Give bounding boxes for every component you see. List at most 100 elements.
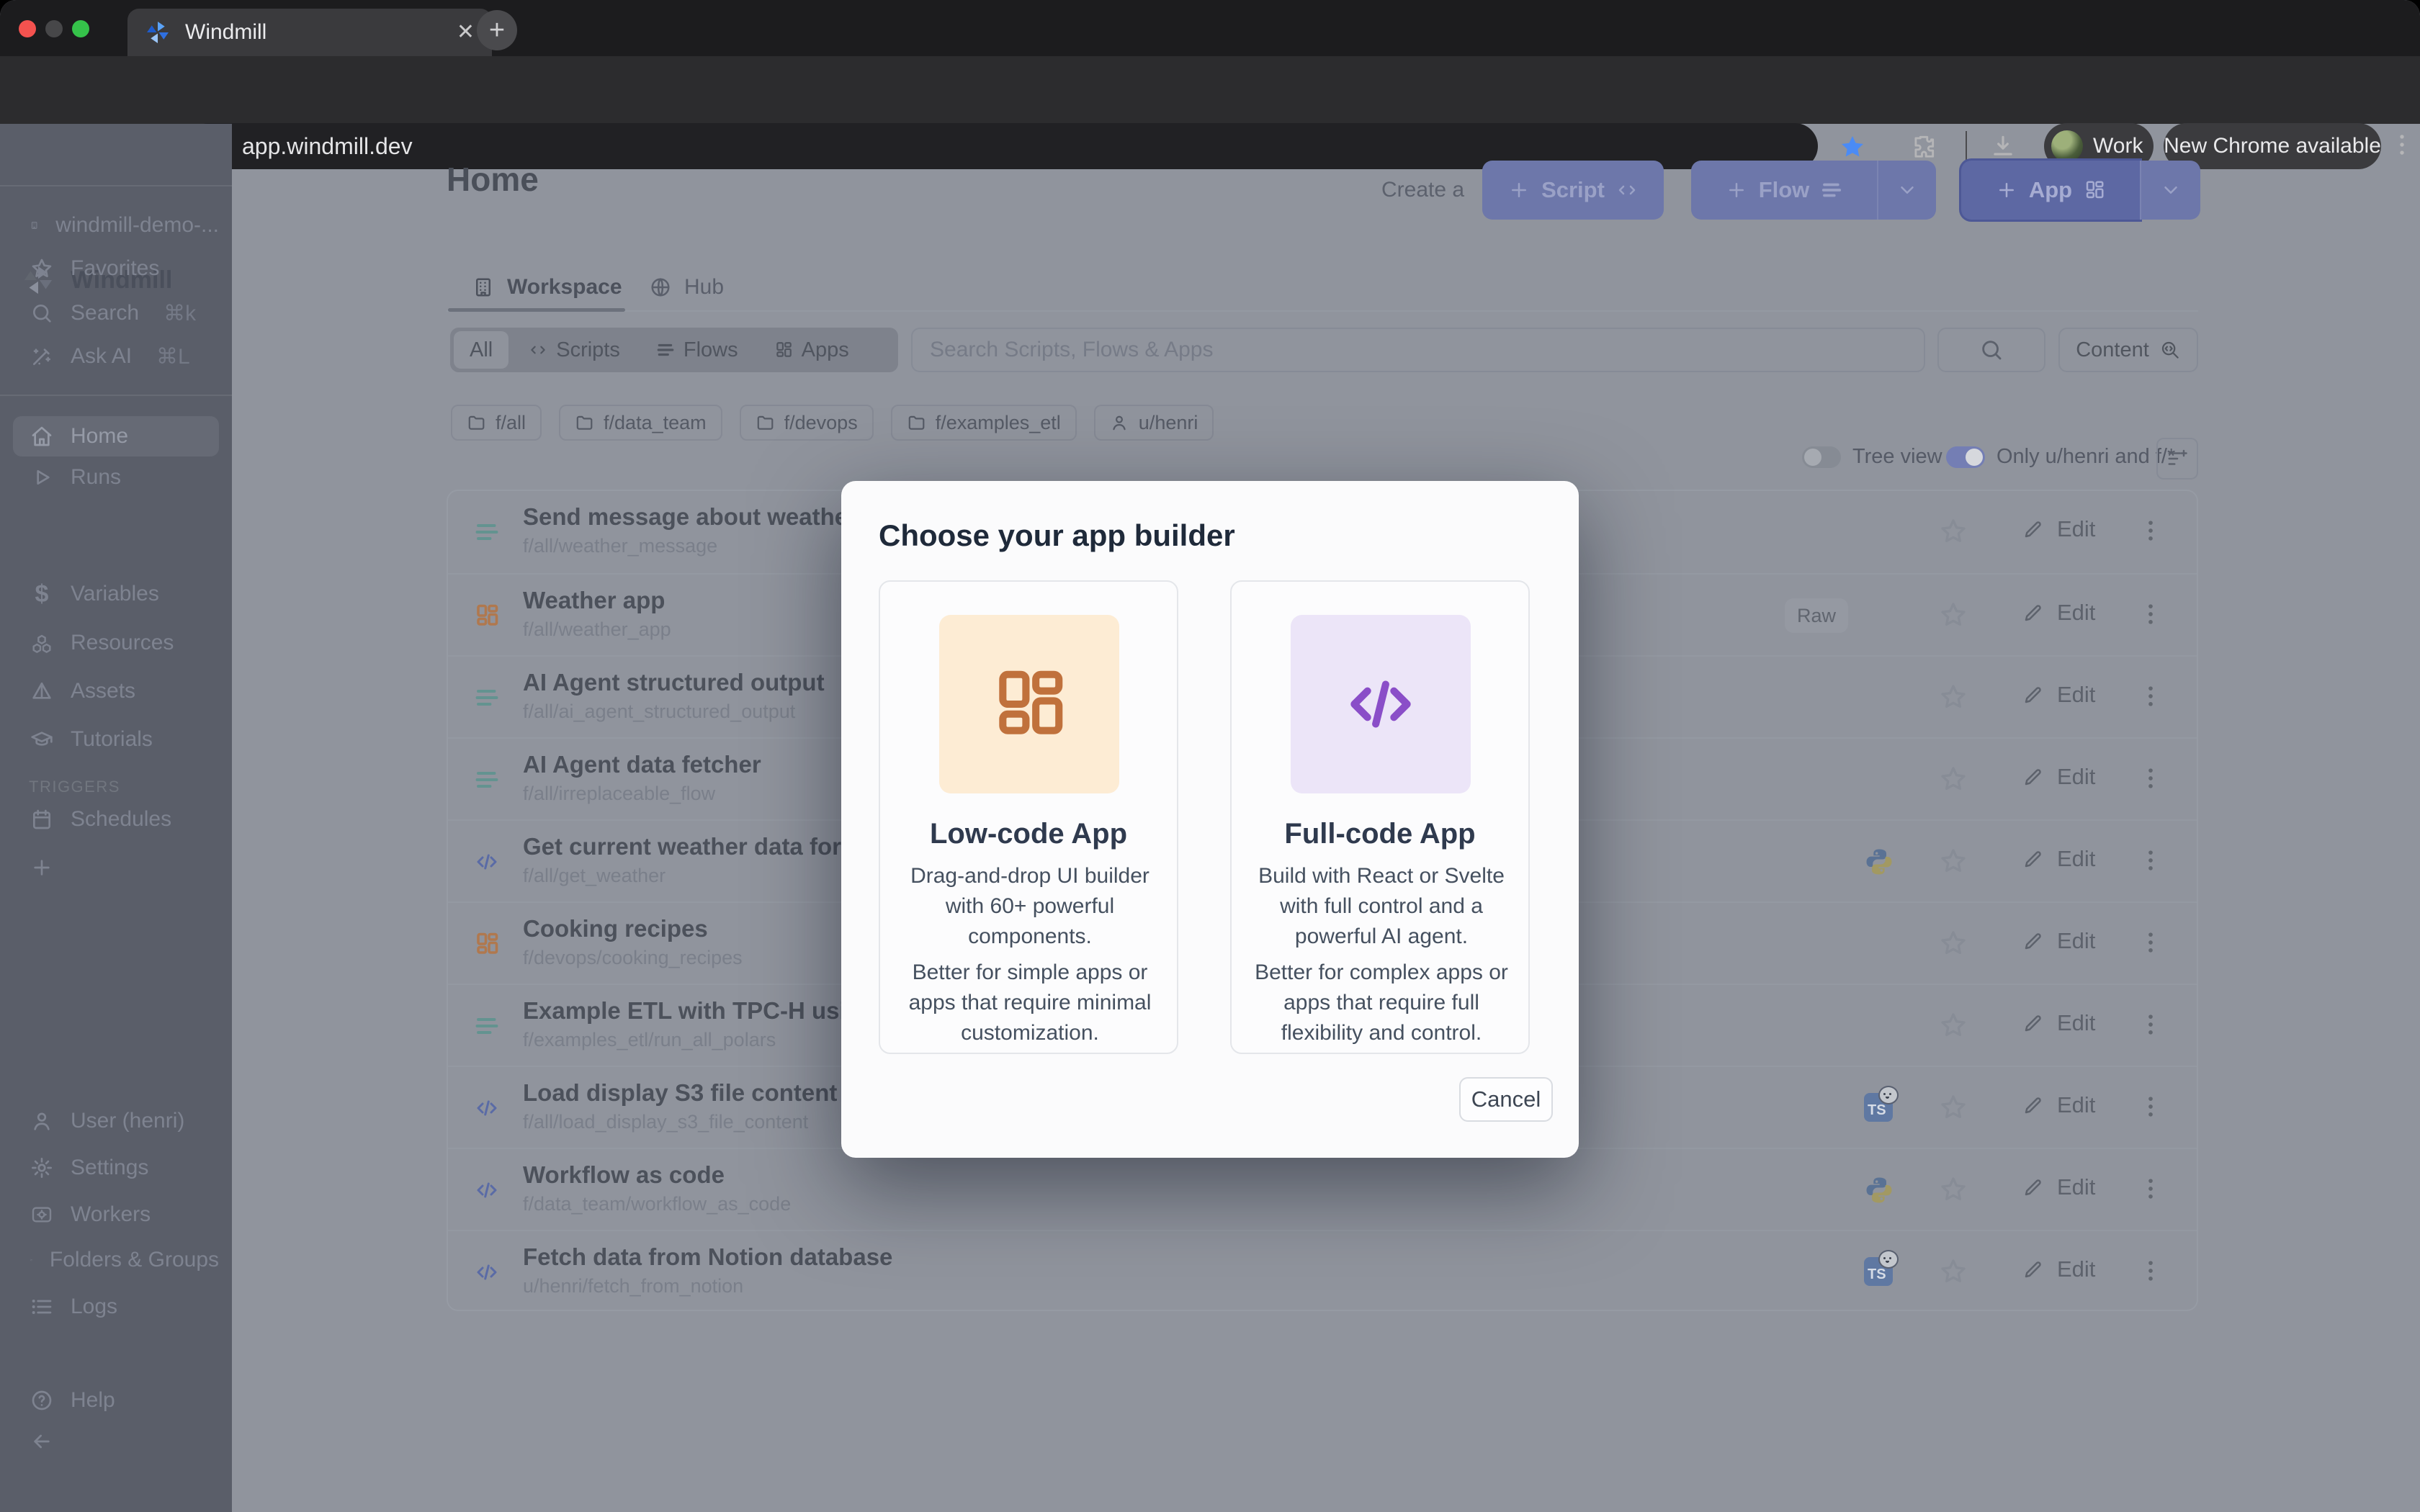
cancel-button[interactable]: Cancel	[1459, 1077, 1553, 1122]
favorite-star-icon[interactable]	[1939, 847, 1968, 876]
create-app-dropdown[interactable]	[2140, 161, 2200, 220]
row-menu-icon[interactable]	[2136, 516, 2165, 545]
filter-scripts[interactable]: Scripts	[513, 331, 636, 369]
edit-button[interactable]: Edit	[2018, 599, 2099, 626]
graduation-cap-icon	[30, 728, 53, 751]
tab-workspace[interactable]: Workspace	[472, 275, 622, 300]
minimize-window-button[interactable]	[45, 20, 63, 37]
collapse-sidebar-button[interactable]	[13, 1421, 219, 1462]
filter-flows[interactable]: Flows	[640, 331, 754, 369]
boxes-icon	[30, 631, 53, 654]
tab-hub[interactable]: Hub	[650, 275, 724, 300]
folder-icon	[467, 413, 485, 432]
favorite-star-icon[interactable]	[1939, 683, 1968, 711]
favorite-star-icon[interactable]	[1939, 517, 1968, 546]
tree-view-toggle[interactable]	[1802, 446, 1841, 468]
edit-button[interactable]: Edit	[2018, 1092, 2099, 1119]
row-menu-icon[interactable]	[2136, 928, 2165, 957]
create-script-button[interactable]: Script	[1482, 161, 1664, 220]
toolbar-divider	[1966, 131, 1967, 160]
row-menu-icon[interactable]	[2136, 1174, 2165, 1203]
edit-button[interactable]: Edit	[2018, 1174, 2099, 1201]
table-row[interactable]: Fetch data from Notion database u/henri/…	[448, 1230, 2197, 1313]
sidebar-item-tutorials[interactable]: Tutorials	[13, 719, 219, 760]
python-icon	[1864, 847, 1894, 877]
edit-button[interactable]: Edit	[2018, 845, 2099, 873]
row-menu-icon[interactable]	[2136, 1092, 2165, 1121]
sidebar-item-user[interactable]: User (henri)	[13, 1101, 219, 1141]
edit-button[interactable]: Edit	[2018, 1256, 2099, 1283]
sidebar-item-workspace[interactable]: windmill-demo-...	[13, 205, 219, 246]
sidebar-item-search[interactable]: Search ⌘k	[13, 293, 219, 333]
page-title: Home	[447, 160, 539, 199]
sidebar-item-ask-ai[interactable]: Ask AI ⌘L	[13, 336, 219, 377]
row-menu-icon[interactable]	[2136, 1256, 2165, 1285]
sidebar-item-logs[interactable]: Logs	[13, 1287, 219, 1327]
filter-apps[interactable]: Apps	[758, 331, 865, 369]
chip-folder[interactable]: f/all	[451, 405, 542, 441]
new-tab-button[interactable]: +	[477, 10, 517, 50]
table-row[interactable]: Workflow as code f/data_team/workflow_as…	[448, 1148, 2197, 1231]
row-menu-icon[interactable]	[2136, 682, 2165, 711]
favorite-star-icon[interactable]	[1939, 1011, 1968, 1040]
low-code-illustration	[939, 615, 1119, 793]
pencil-icon	[2022, 1176, 2044, 1198]
favorite-star-icon[interactable]	[1939, 1175, 1968, 1204]
only-mine-toggle[interactable]	[1946, 446, 1985, 468]
app-icon	[474, 931, 500, 957]
sidebar-item-assets[interactable]: Assets	[13, 671, 219, 711]
filter-plus-button[interactable]	[2156, 438, 2198, 480]
row-menu-icon[interactable]	[2136, 1010, 2165, 1039]
browser-toolbar: app.windmill.dev Work New Chrome availab…	[0, 56, 2420, 124]
pencil-icon	[2022, 1259, 2044, 1280]
edit-button[interactable]: Edit	[2018, 1009, 2099, 1037]
close-tab-icon[interactable]: ✕	[457, 22, 475, 43]
edit-button[interactable]: Edit	[2018, 927, 2099, 955]
favorite-star-icon[interactable]	[1939, 600, 1968, 629]
search-submit-button[interactable]	[1937, 328, 2045, 372]
edit-button[interactable]: Edit	[2018, 763, 2099, 791]
favorite-star-icon[interactable]	[1939, 765, 1968, 793]
full-code-app-card[interactable]: Full-code App Build with React or Svelte…	[1230, 580, 1530, 1054]
create-flow-dropdown[interactable]	[1877, 161, 1936, 220]
edit-button[interactable]: Edit	[2018, 681, 2099, 708]
sidebar-item-resources[interactable]: Resources	[13, 623, 219, 663]
row-menu-icon[interactable]	[2136, 764, 2165, 793]
row-menu-icon[interactable]	[2136, 846, 2165, 875]
zoom-window-button[interactable]	[72, 20, 89, 37]
dollar-icon: $	[30, 580, 53, 608]
low-code-app-card[interactable]: Low-code App Drag-and-drop UI builder wi…	[879, 580, 1178, 1054]
sidebar-item-settings[interactable]: Settings	[13, 1148, 219, 1188]
favorite-star-icon[interactable]	[1939, 929, 1968, 958]
row-menu-icon[interactable]	[2136, 600, 2165, 629]
sidebar-item-favorites[interactable]: Favorites	[13, 248, 219, 289]
add-trigger-button[interactable]	[13, 847, 219, 888]
close-window-button[interactable]	[19, 20, 36, 37]
gear-icon	[30, 1156, 53, 1179]
content-search-button[interactable]: Content	[2058, 328, 2198, 372]
sidebar-item-variables[interactable]: $ Variables	[13, 574, 219, 614]
chrome-menu-icon[interactable]	[2388, 131, 2416, 158]
downloads-icon[interactable]	[1989, 132, 2017, 160]
chip-user[interactable]: u/henri	[1094, 405, 1214, 441]
sidebar-item-help[interactable]: Help	[13, 1380, 219, 1421]
sidebar-item-schedules[interactable]: Schedules	[13, 799, 219, 840]
folder-open-icon	[30, 1248, 32, 1272]
tab-title: Windmill	[185, 20, 442, 45]
extensions-icon[interactable]	[1910, 132, 1937, 160]
list-filter-plus-icon	[2166, 448, 2188, 469]
search-input[interactable]: Search Scripts, Flows & Apps	[911, 328, 1925, 372]
chip-folder[interactable]: f/devops	[740, 405, 874, 441]
chip-folder[interactable]: f/data_team	[559, 405, 722, 441]
create-app-button[interactable]: App	[1961, 161, 2140, 220]
sidebar-item-folders-groups[interactable]: Folders & Groups	[13, 1240, 219, 1280]
create-flow-button[interactable]: Flow	[1691, 161, 1877, 220]
filter-all[interactable]: All	[454, 331, 508, 369]
favorite-star-icon[interactable]	[1939, 1093, 1968, 1122]
bookmark-star-icon[interactable]	[1838, 132, 1867, 161]
browser-tab[interactable]: Windmill ✕	[127, 9, 492, 56]
chip-folder[interactable]: f/examples_etl	[891, 405, 1077, 441]
edit-button[interactable]: Edit	[2018, 516, 2099, 543]
sidebar-item-workers[interactable]: Workers	[13, 1194, 219, 1235]
favorite-star-icon[interactable]	[1939, 1257, 1968, 1286]
